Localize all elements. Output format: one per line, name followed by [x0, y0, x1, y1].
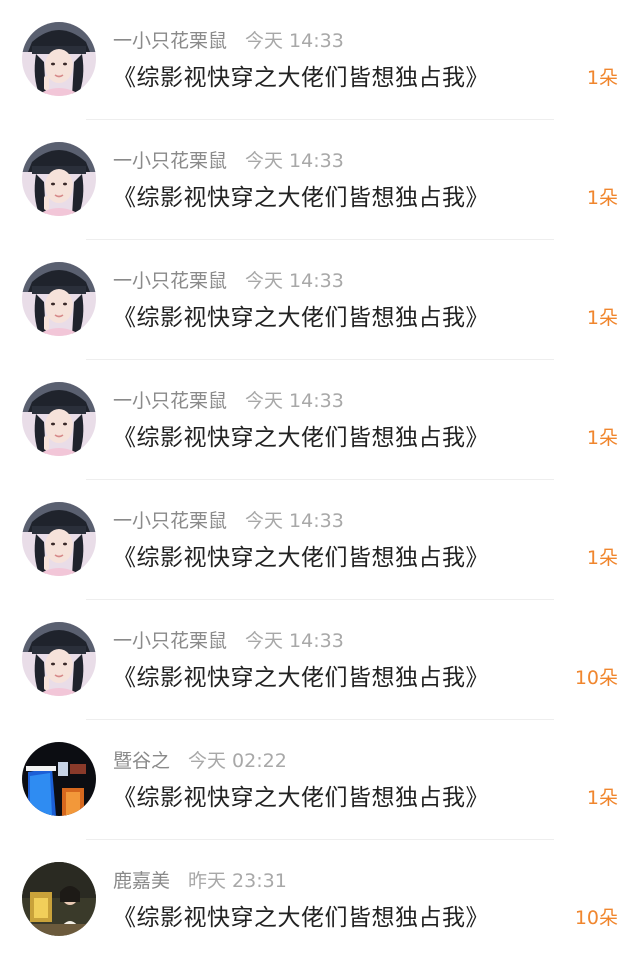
avatar-girl-icon[interactable]: [22, 142, 96, 216]
book-title[interactable]: 《综影视快穿之大佬们皆想独占我》: [113, 902, 489, 934]
gift-amount: 1朵: [586, 547, 618, 569]
avatar-neon-icon[interactable]: [22, 742, 96, 816]
gift-record-row[interactable]: 一小只花栗鼠 今天 14:33 《综影视快穿之大佬们皆想独占我》 1朵: [0, 0, 640, 120]
send-time: 今天 14:33: [245, 270, 344, 292]
gift-record-row[interactable]: 暨谷之 今天 02:22 《综影视快穿之大佬们皆想独占我》 1朵: [0, 720, 640, 840]
send-time: 今天 14:33: [245, 630, 344, 652]
gift-record-row[interactable]: 鹿嘉美 昨天 23:31 《综影视快穿之大佬们皆想独占我》 10朵: [0, 840, 640, 960]
book-title[interactable]: 《综影视快穿之大佬们皆想独占我》: [113, 182, 489, 214]
book-title[interactable]: 《综影视快穿之大佬们皆想独占我》: [113, 662, 489, 694]
gift-amount: 1朵: [586, 307, 618, 329]
sender-name[interactable]: 一小只花栗鼠 今天 14:33: [113, 388, 344, 414]
send-time: 今天 14:33: [245, 30, 344, 52]
avatar-girl-icon[interactable]: [22, 262, 96, 336]
gift-amount: 10朵: [574, 907, 618, 929]
sender-name[interactable]: 暨谷之 今天 02:22: [113, 748, 287, 774]
gift-amount: 1朵: [586, 787, 618, 809]
gift-amount: 1朵: [586, 427, 618, 449]
gift-record-row[interactable]: 一小只花栗鼠 今天 14:33 《综影视快穿之大佬们皆想独占我》 1朵: [0, 360, 640, 480]
gift-record-row[interactable]: 一小只花栗鼠 今天 14:33 《综影视快穿之大佬们皆想独占我》 1朵: [0, 120, 640, 240]
send-time: 今天 14:33: [245, 150, 344, 172]
gift-amount: 1朵: [586, 67, 618, 89]
book-title[interactable]: 《综影视快穿之大佬们皆想独占我》: [113, 542, 489, 574]
gift-record-list: 一小只花栗鼠 今天 14:33 《综影视快穿之大佬们皆想独占我》 1朵 一小只花栗…: [0, 0, 640, 943]
gift-amount: 1朵: [586, 187, 618, 209]
gift-amount: 10朵: [574, 667, 618, 689]
book-title[interactable]: 《综影视快穿之大佬们皆想独占我》: [113, 62, 489, 94]
sender-name[interactable]: 一小只花栗鼠 今天 14:33: [113, 148, 344, 174]
book-title[interactable]: 《综影视快穿之大佬们皆想独占我》: [113, 782, 489, 814]
avatar-girl-icon[interactable]: [22, 502, 96, 576]
sender-name[interactable]: 一小只花栗鼠 今天 14:33: [113, 508, 344, 534]
send-time: 今天 14:33: [245, 510, 344, 532]
sender-name[interactable]: 一小只花栗鼠 今天 14:33: [113, 28, 344, 54]
avatar-girl-icon[interactable]: [22, 382, 96, 456]
book-title[interactable]: 《综影视快穿之大佬们皆想独占我》: [113, 422, 489, 454]
sender-name[interactable]: 鹿嘉美 昨天 23:31: [113, 868, 287, 894]
send-time: 今天 14:33: [245, 390, 344, 412]
book-title[interactable]: 《综影视快穿之大佬们皆想独占我》: [113, 302, 489, 334]
sender-name[interactable]: 一小只花栗鼠 今天 14:33: [113, 268, 344, 294]
gift-record-row[interactable]: 一小只花栗鼠 今天 14:33 《综影视快穿之大佬们皆想独占我》 1朵: [0, 240, 640, 360]
avatar-girl-icon[interactable]: [22, 622, 96, 696]
sender-name[interactable]: 一小只花栗鼠 今天 14:33: [113, 628, 344, 654]
avatar-photo-icon[interactable]: [22, 862, 96, 936]
send-time: 昨天 23:31: [188, 870, 287, 892]
gift-record-row[interactable]: 一小只花栗鼠 今天 14:33 《综影视快穿之大佬们皆想独占我》 1朵: [0, 480, 640, 600]
gift-record-row[interactable]: 一小只花栗鼠 今天 14:33 《综影视快穿之大佬们皆想独占我》 10朵: [0, 600, 640, 720]
avatar-girl-icon[interactable]: [22, 22, 96, 96]
send-time: 今天 02:22: [188, 750, 287, 772]
